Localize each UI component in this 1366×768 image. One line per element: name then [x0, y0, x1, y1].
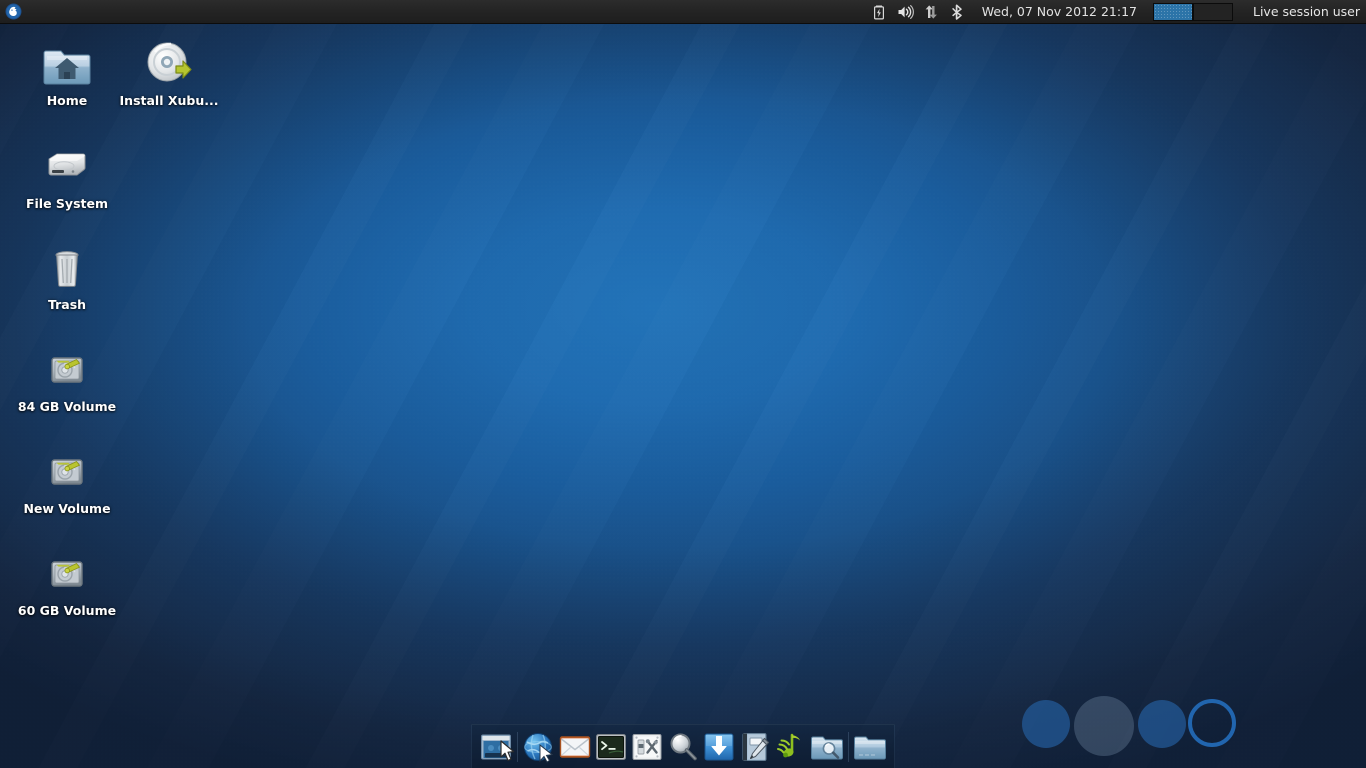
- decor-circle-3: [1138, 700, 1186, 748]
- decor-circle-1: [1022, 700, 1070, 748]
- volume-drive-icon: [43, 448, 91, 496]
- desktop-icon-label: Home: [46, 93, 88, 108]
- magnifier-icon: [667, 731, 699, 763]
- dock-item-file-manager[interactable]: [852, 728, 888, 766]
- dock-separator: [848, 731, 849, 762]
- battery-icon[interactable]: [871, 3, 888, 20]
- folder-icon: [854, 731, 886, 763]
- desktop-icon-label: 60 GB Volume: [17, 603, 117, 618]
- trash-icon: [43, 244, 91, 292]
- system-tray: [871, 3, 972, 20]
- home-folder-icon: [43, 40, 91, 88]
- desktop-icon-trash[interactable]: Trash: [15, 244, 119, 312]
- notebook-pen-icon: [739, 731, 771, 763]
- dock-item-find-files[interactable]: [665, 728, 701, 766]
- dock-item-web-browser[interactable]: [521, 728, 557, 766]
- dock-item-show-desktop[interactable]: [478, 728, 514, 766]
- bottom-dock-panel[interactable]: [471, 724, 895, 768]
- speaker-icon[interactable]: [897, 3, 914, 20]
- desktop-icon-label: Trash: [47, 297, 87, 312]
- desktop-root[interactable]: Home Install Xubu... File System Trash 8…: [0, 0, 1366, 768]
- bluetooth-icon[interactable]: [949, 3, 966, 20]
- workspace-switcher[interactable]: [1152, 2, 1233, 21]
- dock-item-settings-manager[interactable]: [629, 728, 665, 766]
- decor-circle-4: [1188, 699, 1236, 747]
- dock-item-text-editor[interactable]: [737, 728, 773, 766]
- desktop-icon-60-gb-volume[interactable]: 60 GB Volume: [15, 550, 119, 618]
- folder-search-icon: [811, 731, 843, 763]
- desktop-icon-new-volume[interactable]: New Volume: [15, 448, 119, 516]
- desktop-icon-label: Install Xubu...: [119, 93, 219, 108]
- xubuntu-mouse-icon[interactable]: [0, 0, 26, 24]
- wallpaper-vignette: [0, 0, 1366, 768]
- dock-separator: [517, 731, 518, 762]
- harddisk-icon: [43, 143, 91, 191]
- install-cd-icon: [145, 40, 193, 88]
- desktop-icon-84-gb-volume[interactable]: 84 GB Volume: [15, 346, 119, 414]
- terminal-icon: [595, 731, 627, 763]
- network-updown-icon[interactable]: [923, 3, 940, 20]
- workspace-button-1[interactable]: [1152, 2, 1193, 21]
- desktop-icon-label: New Volume: [23, 501, 111, 516]
- decor-circle-2: [1074, 696, 1134, 756]
- dock-item-software-updater[interactable]: [701, 728, 737, 766]
- desktop-icon-install-xubu[interactable]: Install Xubu...: [117, 40, 221, 108]
- top-panel: Wed, 07 Nov 2012 21:17 Live session user: [0, 0, 1366, 24]
- show-desktop-icon: [480, 731, 512, 763]
- mail-icon: [559, 731, 591, 763]
- dock-item-music-player[interactable]: [773, 728, 809, 766]
- settings-tools-icon: [631, 731, 663, 763]
- volume-drive-icon: [43, 550, 91, 598]
- user-menu-label[interactable]: Live session user: [1239, 4, 1366, 19]
- wallpaper-circles-decor: [1016, 696, 1238, 758]
- dock-item-file-search[interactable]: [809, 728, 845, 766]
- workspace-button-2[interactable]: [1192, 2, 1233, 21]
- download-arrow-icon: [703, 731, 735, 763]
- wallpaper-texture: [0, 0, 1366, 768]
- desktop-icon-file-system[interactable]: File System: [15, 143, 119, 211]
- web-browser-icon: [523, 731, 555, 763]
- desktop-icon-label: File System: [25, 196, 108, 211]
- dock-item-terminal[interactable]: [593, 728, 629, 766]
- music-note-icon: [775, 731, 807, 763]
- clock[interactable]: Wed, 07 Nov 2012 21:17: [972, 4, 1147, 19]
- wallpaper-streaks: [0, 0, 1366, 768]
- volume-drive-icon: [43, 346, 91, 394]
- desktop-icon-home[interactable]: Home: [15, 40, 119, 108]
- desktop-icon-label: 84 GB Volume: [17, 399, 117, 414]
- dock-item-mail-client[interactable]: [557, 728, 593, 766]
